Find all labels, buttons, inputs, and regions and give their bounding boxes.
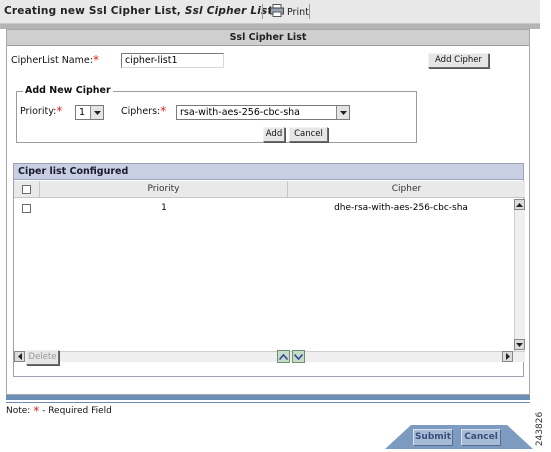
print-button[interactable]: Print [270,4,309,20]
priority-value: 1 [79,107,86,118]
configured-cipher-list: Ciper list Configured Priority Cipher 1 … [13,163,525,377]
title-bar: Creating new Ssl Cipher List, Ssl Cipher… [0,0,540,24]
footer-bar-left-cap [385,425,411,449]
horizontal-scrollbar[interactable] [14,351,525,362]
print-label: Print [287,6,309,18]
ciphers-value: rsa-with-aes-256-cbc-sha [180,107,300,118]
chevron-down-icon[interactable] [336,106,349,119]
column-header-cipher[interactable]: Cipher [288,181,525,198]
table-row[interactable]: 1 dhe-rsa-with-aes-256-cbc-sha [14,200,514,217]
panel-title: Ssl Cipher List [7,30,529,46]
ciphers-label: Ciphers:* [121,104,167,118]
priority-select[interactable]: 1 [75,105,104,120]
delete-button[interactable]: Delete [26,350,59,365]
page-title-italic: Ssl Cipher List [184,5,273,17]
required-marker: * [160,104,167,118]
footer-bar-right-cap [507,425,533,449]
row-checkbox[interactable] [22,204,31,213]
column-header-priority[interactable]: Priority [40,181,288,198]
cipherlist-name-label: CipherList Name:* [11,53,99,67]
required-marker: * [92,53,99,67]
figure-code: 243826 [535,411,546,447]
cancel-button[interactable]: Cancel [461,429,501,446]
scroll-right-icon[interactable] [502,351,513,362]
scroll-up-icon[interactable] [514,199,525,210]
page-title-prefix: Creating new Ssl Cipher List, [4,5,185,17]
cipherlist-name-input[interactable] [121,53,224,68]
required-marker: * [33,404,40,418]
footer-divider-thin [6,402,530,403]
ssl-cipher-list-panel: Ssl Cipher List CipherList Name:* Add Ci… [6,29,530,395]
ciphers-select[interactable]: rsa-with-aes-256-cbc-sha [176,105,350,120]
row-priority: 1 [161,203,167,213]
move-up-icon[interactable] [277,350,290,363]
page-title: Creating new Ssl Cipher List, Ssl Cipher… [4,5,273,17]
add-cipher-button[interactable]: Add Cipher [428,53,489,68]
select-all-cell [14,181,40,198]
cancel-add-button[interactable]: Cancel [289,127,328,142]
toolbar-divider [262,4,263,19]
cipher-list-title: Ciper list Configured [14,164,523,180]
vertical-scrollbar[interactable] [514,199,525,351]
move-down-icon[interactable] [292,350,305,363]
footer-action-bar: Submit Cancel [0,423,533,452]
select-all-checkbox[interactable] [22,185,31,194]
table-header: Priority Cipher [14,181,525,198]
add-new-cipher-legend: Add New Cipher [23,85,113,96]
add-button[interactable]: Add [263,127,285,142]
required-field-note: Note: * - Required Field [6,404,112,418]
footer-divider [6,395,530,400]
scroll-left-icon[interactable] [14,351,25,362]
add-new-cipher-group: Add New Cipher Priority:* 1 Ciphers:* rs… [16,85,417,143]
required-marker: * [56,104,63,118]
toolbar-divider [309,4,310,19]
chevron-down-icon[interactable] [90,106,103,119]
printer-icon [270,4,284,20]
row-cipher: dhe-rsa-with-aes-256-cbc-sha [334,203,468,213]
submit-button[interactable]: Submit [413,429,453,446]
scroll-down-icon[interactable] [514,339,525,350]
priority-label: Priority:* [20,104,63,118]
